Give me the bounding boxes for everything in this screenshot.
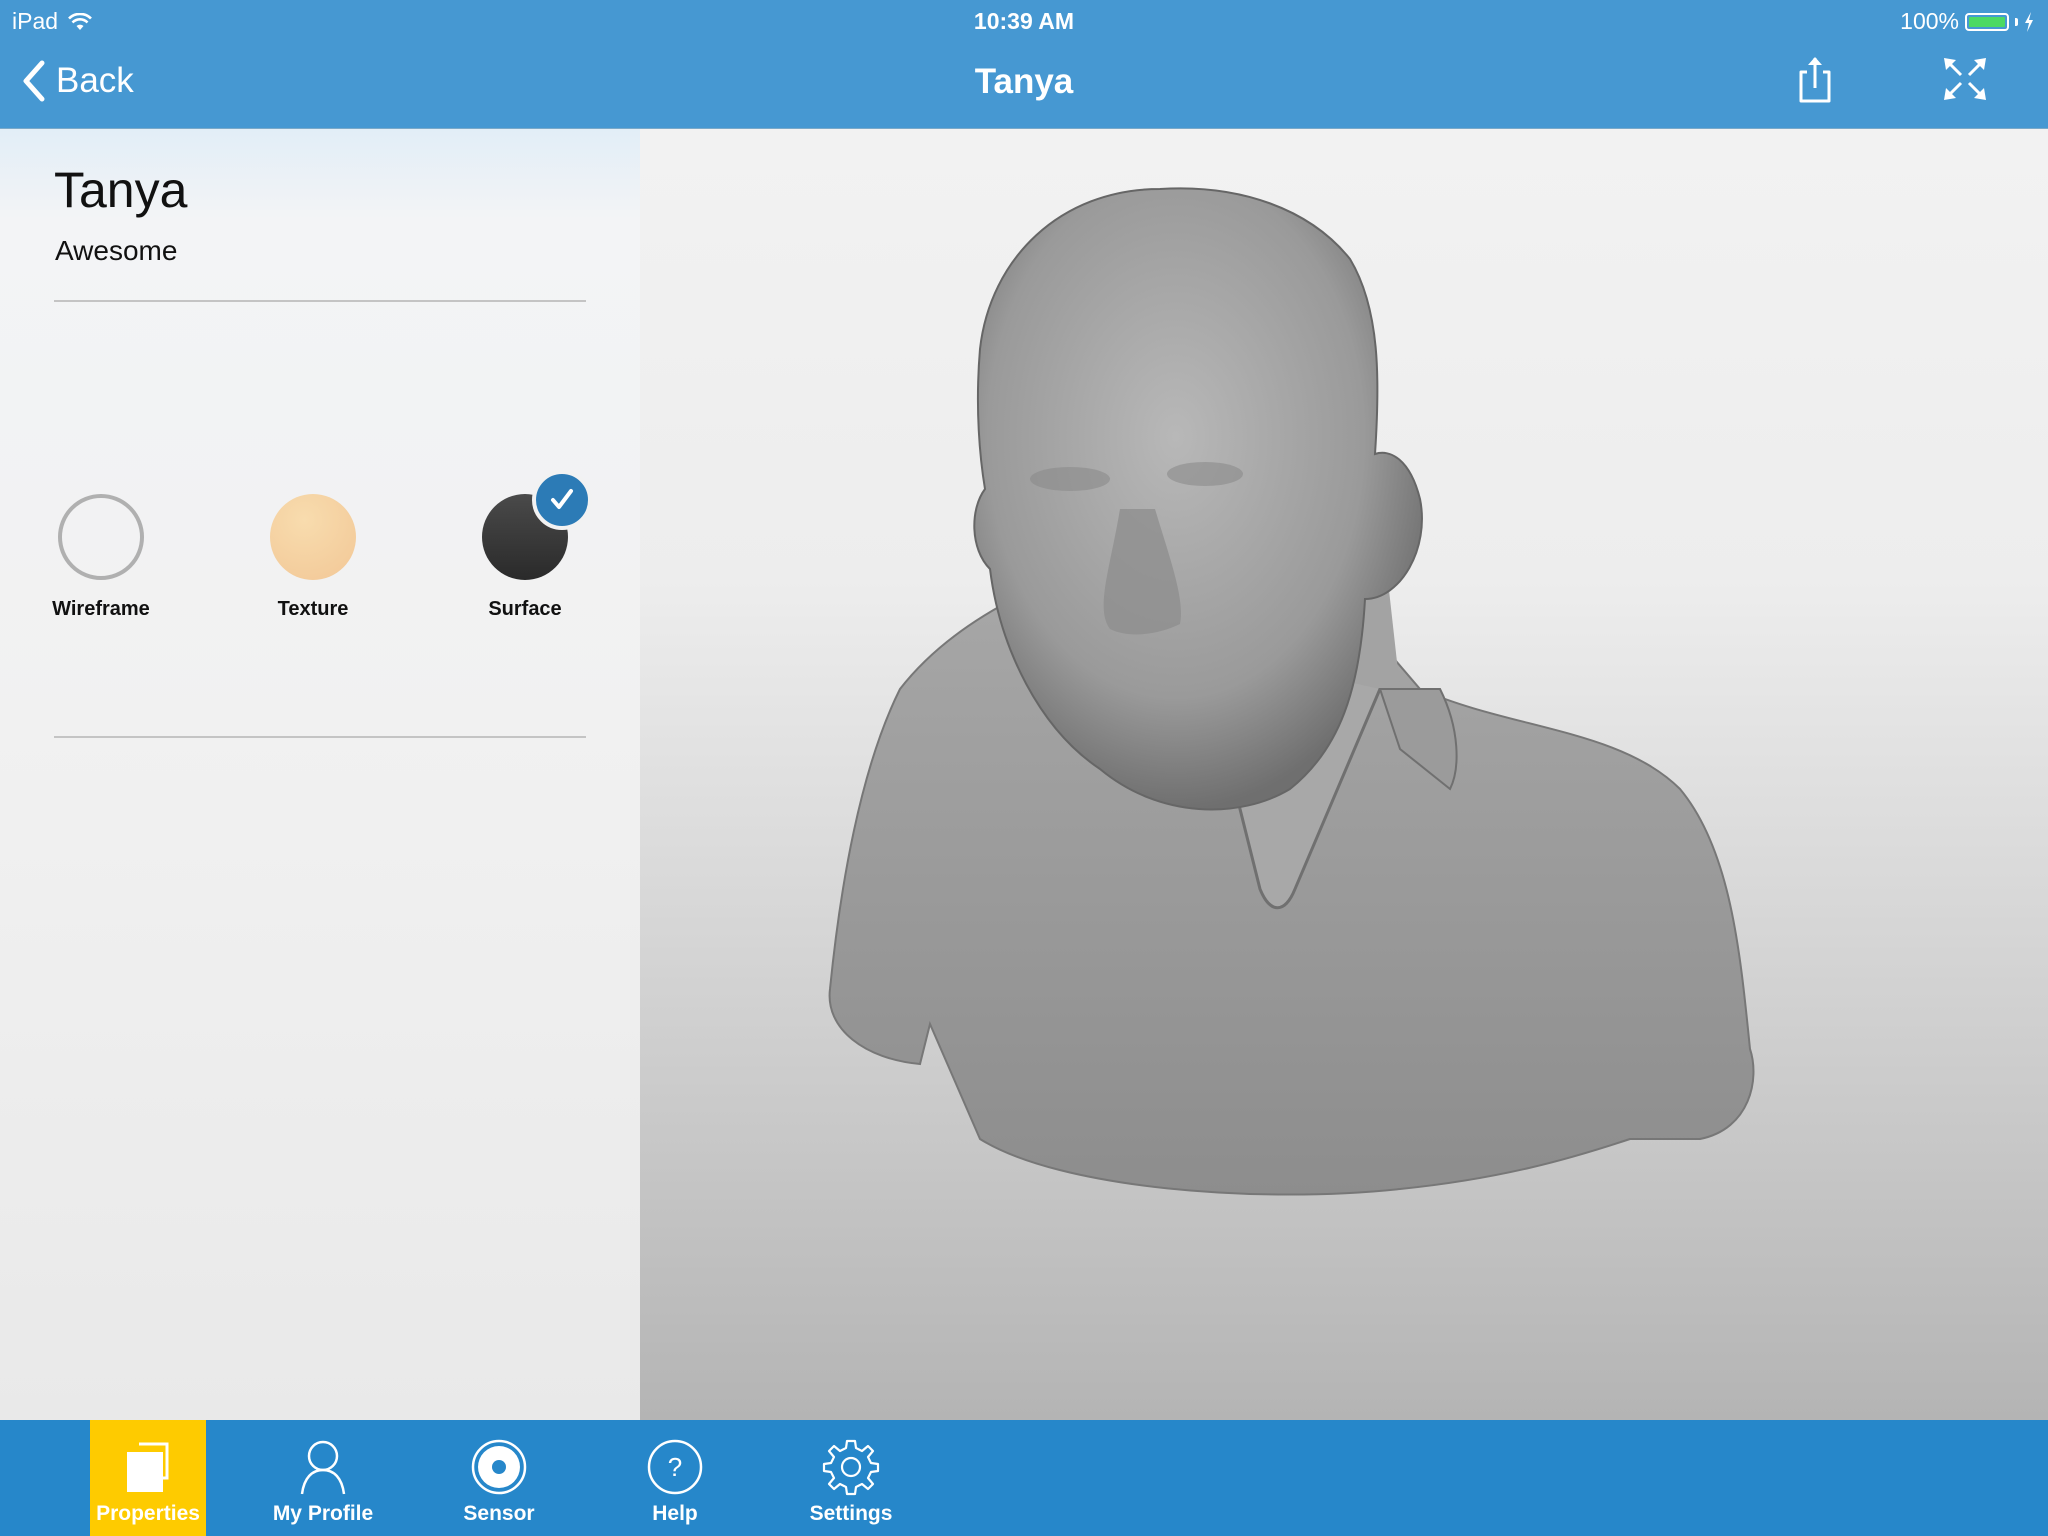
share-button[interactable] (1790, 54, 1840, 104)
battery-status: 100% (1900, 8, 2034, 35)
page-title: Tanya (974, 62, 1074, 101)
battery-percent: 100% (1900, 8, 1959, 34)
divider (54, 300, 586, 302)
render-mode-texture[interactable]: Texture (238, 494, 388, 621)
scanned-bust-model (828, 187, 1755, 1196)
texture-swatch-icon (270, 494, 356, 580)
3d-model-viewer[interactable] (640, 129, 2048, 1420)
chevron-left-icon (23, 60, 45, 102)
battery-tip (2015, 17, 2018, 26)
profile-icon (300, 1440, 346, 1495)
tab-label: Sensor (463, 1502, 535, 1525)
properties-icon (127, 1442, 169, 1492)
tab-label: Help (652, 1502, 698, 1525)
fullscreen-expand-icon (1944, 58, 1986, 100)
divider (54, 736, 586, 738)
help-icon: ? (647, 1439, 703, 1495)
charging-bolt-icon (2025, 11, 2033, 32)
render-mode-label: Texture (277, 598, 349, 620)
svg-text:?: ? (668, 1452, 682, 1482)
battery-icon (1965, 12, 2009, 31)
tab-settings[interactable]: Settings (793, 1420, 909, 1536)
selected-check-icon (532, 470, 592, 530)
render-mode-label: Wireframe (52, 598, 150, 620)
sensor-icon (471, 1439, 527, 1495)
properties-panel: Tanya Awesome Wireframe Texture Surface (0, 129, 640, 1420)
tab-my-profile[interactable]: My Profile (265, 1420, 381, 1536)
clock: 10:39 AM (973, 8, 1075, 34)
tab-label: My Profile (272, 1502, 374, 1525)
render-mode-surface[interactable]: Surface (450, 470, 600, 621)
fullscreen-button[interactable] (1940, 54, 1990, 104)
tab-properties[interactable]: Properties (90, 1420, 206, 1536)
tab-help[interactable]: ? Help (617, 1420, 733, 1536)
gear-icon (822, 1439, 880, 1496)
model-name: Tanya (54, 162, 188, 218)
status-bar: iPad 10:39 AM 100% (0, 0, 2048, 40)
tab-bar: Properties My Profile Sensor ? Help Sett… (0, 1420, 2048, 1536)
surface-swatch-icon (482, 470, 592, 580)
model-subtitle: Awesome (55, 235, 178, 266)
top-bar: iPad 10:39 AM 100% Back Tanya (0, 0, 2048, 129)
tab-sensor[interactable]: Sensor (441, 1420, 557, 1536)
render-mode-label: Surface (488, 598, 562, 620)
back-label: Back (56, 61, 134, 100)
wireframe-swatch-icon (58, 494, 144, 580)
back-button[interactable]: Back (22, 60, 134, 102)
share-icon (1799, 57, 1831, 103)
tab-label: Settings (809, 1502, 893, 1525)
tab-label: Properties (96, 1502, 200, 1525)
render-mode-wireframe[interactable]: Wireframe (26, 494, 176, 621)
render-mode-selector: Wireframe Texture Surface (0, 359, 640, 620)
